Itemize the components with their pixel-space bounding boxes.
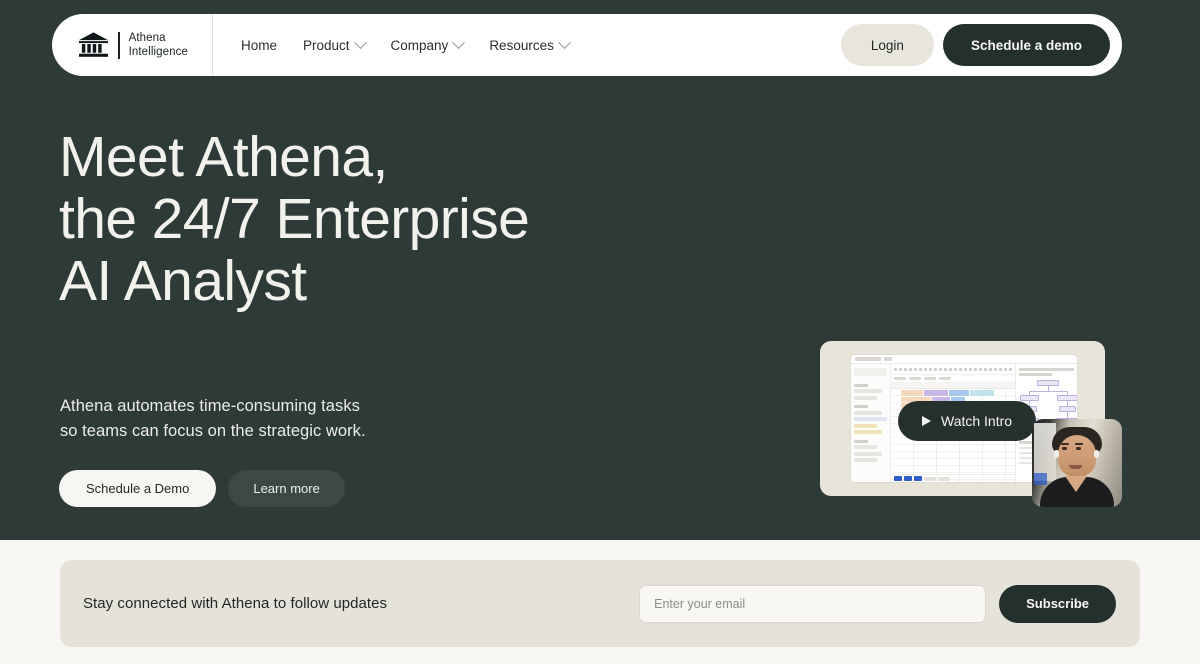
spreadsheet-formula-bar: [891, 375, 1015, 383]
pip-earbud-icon: [1054, 450, 1059, 458]
app-sidebar-item: [854, 396, 877, 400]
app-sidebar-item: [854, 430, 882, 434]
headline-line-3: AI Analyst: [59, 250, 529, 312]
learn-more-button[interactable]: Learn more: [228, 470, 344, 507]
subtext-line-1: Athena automates time-consuming tasks: [60, 394, 366, 419]
app-sidebar-item: [854, 411, 882, 415]
brand-divider: [118, 32, 120, 59]
site-header: Athena Intelligence Home Product Company…: [52, 14, 1122, 76]
pip-eye: [1062, 447, 1067, 450]
subtext-line-2: so teams can focus on the strategic work…: [60, 419, 366, 444]
app-sidebar-item: [854, 445, 877, 449]
brand-logo[interactable]: Athena Intelligence: [52, 14, 213, 76]
diagram-panel-subtitle: [1019, 373, 1052, 376]
header-actions: Login Schedule a demo: [841, 24, 1122, 66]
brand-name-line1: Athena: [129, 31, 188, 45]
newsletter-title: Stay connected with Athena to follow upd…: [83, 595, 387, 612]
nav-label-product: Product: [303, 38, 350, 53]
chevron-down-icon: [558, 36, 571, 49]
schedule-demo-header-button[interactable]: Schedule a demo: [943, 24, 1110, 66]
pip-mouth: [1069, 465, 1082, 469]
newsletter-section: Stay connected with Athena to follow upd…: [0, 540, 1200, 664]
chevron-down-icon: [452, 36, 465, 49]
presenter-video-thumbnail[interactable]: [1032, 419, 1122, 507]
spreadsheet-toolbar: [891, 364, 1015, 375]
watch-intro-button[interactable]: Watch Intro: [898, 401, 1036, 441]
app-titlebar: [851, 355, 1077, 364]
watch-intro-label: Watch Intro: [941, 413, 1012, 429]
nav-label-resources: Resources: [489, 38, 554, 53]
app-tab: [884, 357, 892, 361]
app-sidebar-item: [854, 424, 877, 428]
bank-building-icon: [78, 31, 109, 59]
pip-eyebrow: [1075, 443, 1083, 445]
pip-earbud-icon: [1094, 450, 1099, 458]
app-sidebar-item-active: [854, 417, 887, 421]
nav-label-company: Company: [391, 38, 449, 53]
brand-name-line2: Intelligence: [129, 45, 188, 59]
headline-line-1: Meet Athena,: [59, 126, 529, 188]
app-sidebar-item: [854, 452, 882, 456]
subscribe-button[interactable]: Subscribe: [999, 585, 1116, 623]
main-navigation: Home Product Company Resources: [213, 38, 569, 53]
chevron-down-icon: [354, 36, 367, 49]
email-input[interactable]: [639, 585, 986, 623]
nav-item-company[interactable]: Company: [391, 38, 464, 53]
app-sidebar-item: [854, 389, 882, 393]
pip-eye: [1076, 447, 1081, 450]
schedule-demo-button[interactable]: Schedule a Demo: [59, 470, 216, 507]
newsletter-card: Stay connected with Athena to follow upd…: [60, 560, 1140, 647]
hero-cta-group: Schedule a Demo Learn more: [59, 470, 345, 507]
intro-video-card[interactable]: Watch Intro: [820, 341, 1105, 496]
app-sidebar-item: [854, 458, 877, 462]
brand-name: Athena Intelligence: [129, 31, 188, 59]
newsletter-form: Subscribe: [639, 585, 1116, 623]
headline-line-2: the 24/7 Enterprise: [59, 188, 529, 250]
pip-screen-accent: [1034, 473, 1047, 485]
pip-eyebrow: [1061, 443, 1069, 445]
nav-label-home: Home: [241, 38, 277, 53]
spreadsheet-footer: [891, 474, 1015, 482]
hero-subtext: Athena automates time-consuming tasks so…: [60, 394, 366, 443]
hero-headline: Meet Athena, the 24/7 Enterprise AI Anal…: [59, 126, 529, 312]
nav-item-home[interactable]: Home: [241, 38, 277, 53]
play-triangle-icon: [922, 416, 931, 426]
app-sidebar: [851, 364, 891, 482]
app-sidebar-heading: [854, 384, 868, 387]
diagram-panel-title: [1019, 368, 1074, 371]
nav-item-product[interactable]: Product: [303, 38, 365, 53]
app-sidebar-search: [854, 368, 887, 376]
app-tab: [855, 357, 881, 361]
nav-item-resources[interactable]: Resources: [489, 38, 569, 53]
pip-face: [1058, 435, 1096, 477]
login-button[interactable]: Login: [841, 24, 934, 66]
hero-section: Athena Intelligence Home Product Company…: [0, 0, 1200, 540]
app-sidebar-heading: [854, 405, 868, 408]
app-sidebar-heading: [854, 440, 868, 443]
